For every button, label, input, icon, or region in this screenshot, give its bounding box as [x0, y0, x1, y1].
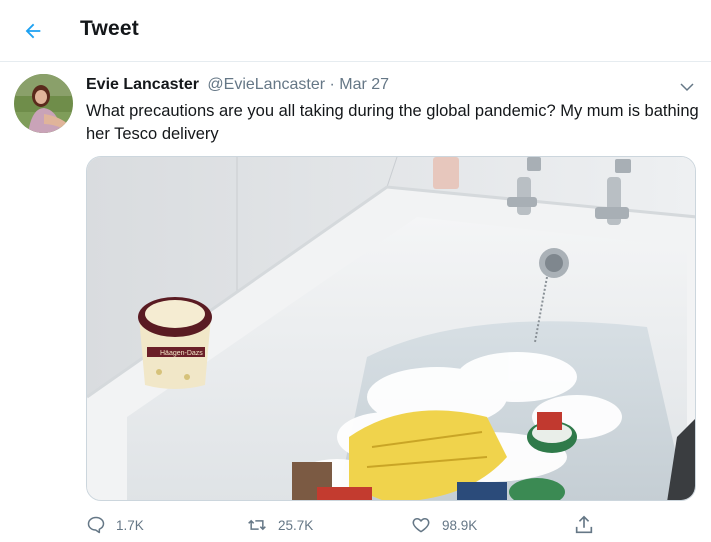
like-count: 98.9K [442, 517, 478, 533]
reply-count: 1.7K [116, 517, 144, 533]
like-button[interactable]: 98.9K [410, 510, 477, 540]
share-icon [575, 515, 593, 534]
tweet: Evie Lancaster @EvieLancaster · Mar 27 W… [0, 62, 711, 542]
top-bar: Tweet [0, 0, 711, 62]
chevron-down-icon [680, 83, 694, 92]
arrow-left-icon [25, 23, 41, 39]
tweet-text: What precautions are you all taking duri… [86, 102, 699, 143]
reply-icon [87, 516, 105, 534]
back-button[interactable] [18, 16, 48, 46]
author-handle[interactable]: @EvieLancaster [207, 76, 325, 93]
avatar[interactable] [14, 74, 73, 133]
page-title: Tweet [80, 17, 139, 40]
heart-icon [412, 518, 430, 533]
more-options-button[interactable] [676, 76, 698, 98]
media-label: Häagen-Dazs [160, 350, 203, 357]
retweet-button[interactable]: 25.7K [246, 510, 313, 540]
retweet-icon [248, 519, 266, 531]
author-name[interactable]: Evie Lancaster [86, 76, 199, 93]
retweet-count: 25.7K [278, 517, 314, 533]
share-button[interactable] [573, 510, 605, 540]
tweet-photo[interactable]: Häagen-Dazs [86, 156, 696, 501]
tweet-date[interactable]: Mar 27 [339, 76, 389, 93]
reply-button[interactable]: 1.7K [86, 510, 144, 540]
tweet-actions: 1.7K 25.7K 98.9K [86, 510, 606, 540]
tweet-author-line: Evie Lancaster @EvieLancaster · Mar 27 [86, 76, 389, 94]
separator-dot: · [329, 76, 335, 93]
